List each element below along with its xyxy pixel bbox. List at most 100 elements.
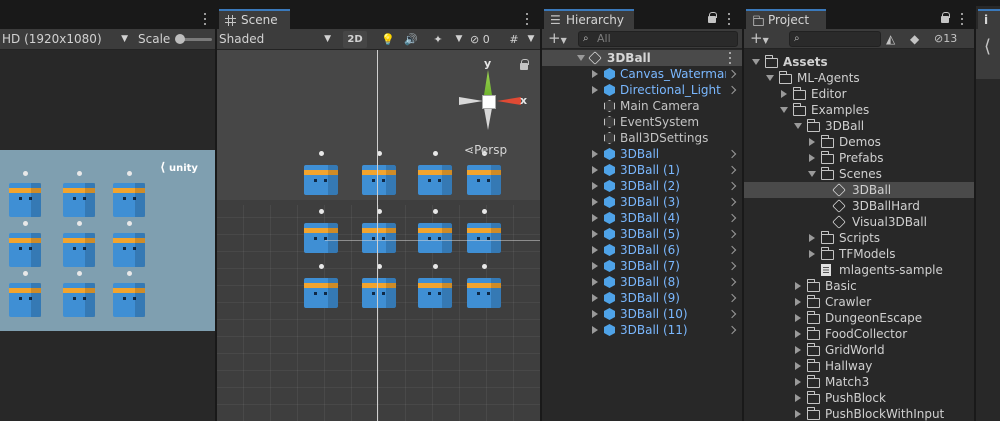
- effects-toggle-icon[interactable]: ✦: [426, 31, 450, 48]
- hierarchy-item[interactable]: 3DBall (5): [542, 226, 742, 242]
- hierarchy-item[interactable]: Canvas_Watermark: [542, 66, 742, 82]
- chevron-down-icon[interactable]: ▼: [524, 31, 538, 48]
- expand-triangle-icon[interactable]: [808, 171, 816, 177]
- hierarchy-item[interactable]: EventSystem: [542, 114, 742, 130]
- hierarchy-item[interactable]: Ball3DSettings: [542, 130, 742, 146]
- game-panel-menu-icon[interactable]: [203, 13, 207, 25]
- collapse-triangle-icon[interactable]: [795, 314, 801, 322]
- hierarchy-item[interactable]: 3DBall (2): [542, 178, 742, 194]
- project-scene[interactable]: Visual3DBall: [744, 214, 974, 230]
- expand-triangle-icon[interactable]: [592, 310, 598, 318]
- collapse-triangle-icon[interactable]: [809, 234, 815, 242]
- expand-triangle-icon[interactable]: [592, 262, 598, 270]
- search-by-label-icon[interactable]: ◆: [910, 32, 919, 46]
- collapse-triangle-icon[interactable]: [795, 362, 801, 370]
- project-folder[interactable]: Examples: [744, 102, 974, 118]
- expand-triangle-icon[interactable]: [592, 326, 598, 334]
- hierarchy-item[interactable]: 3DBall (1): [542, 162, 742, 178]
- hierarchy-item[interactable]: Directional_Light: [542, 82, 742, 98]
- chevron-down-icon[interactable]: ▼: [453, 31, 465, 48]
- hierarchy-menu-icon[interactable]: [727, 13, 731, 25]
- create-asset-button[interactable]: +▼: [750, 31, 769, 48]
- chevron-right-icon[interactable]: [727, 197, 737, 207]
- expand-triangle-icon[interactable]: [766, 75, 774, 81]
- collapse-triangle-icon[interactable]: [795, 394, 801, 402]
- project-folder[interactable]: PushBlockWithInput: [744, 406, 974, 421]
- projection-toggle[interactable]: ⋖Persp: [464, 142, 507, 158]
- project-folder[interactable]: PushBlock: [744, 390, 974, 406]
- search-by-type-icon[interactable]: ◭: [886, 32, 895, 46]
- tab-scene[interactable]: Scene: [219, 9, 290, 29]
- project-folder[interactable]: TFModels: [744, 246, 974, 262]
- expand-triangle-icon[interactable]: [592, 70, 598, 78]
- tab-hierarchy[interactable]: ☰ Hierarchy: [544, 9, 634, 29]
- hierarchy-search-input[interactable]: ⌕ All: [578, 31, 738, 47]
- chevron-right-icon[interactable]: [727, 245, 737, 255]
- chevron-right-icon[interactable]: [727, 309, 737, 319]
- project-folder[interactable]: Prefabs: [744, 150, 974, 166]
- chevron-right-icon[interactable]: [727, 85, 737, 95]
- grid-snap-icon[interactable]: #: [504, 31, 524, 48]
- scene-panel-menu-icon[interactable]: [525, 13, 529, 25]
- lock-icon[interactable]: [708, 12, 717, 23]
- hierarchy-item[interactable]: 3DBall (8): [542, 274, 742, 290]
- chevron-right-icon[interactable]: [727, 277, 737, 287]
- project-folder[interactable]: Basic: [744, 278, 974, 294]
- audio-toggle-icon[interactable]: 🔊: [401, 31, 421, 48]
- chevron-right-icon[interactable]: [727, 325, 737, 335]
- project-folder[interactable]: Editor: [744, 86, 974, 102]
- expand-triangle-icon[interactable]: [592, 182, 598, 190]
- project-folder[interactable]: DungeonEscape: [744, 310, 974, 326]
- resolution-dropdown[interactable]: HD (1920x1080) ▼: [0, 31, 132, 48]
- hierarchy-item[interactable]: 3DBall (11): [542, 322, 742, 338]
- chevron-right-icon[interactable]: [727, 165, 737, 175]
- expand-triangle-icon[interactable]: [592, 230, 598, 238]
- hierarchy-item[interactable]: 3DBall (10): [542, 306, 742, 322]
- hierarchy-item[interactable]: 3DBall (7): [542, 258, 742, 274]
- chevron-right-icon[interactable]: [727, 213, 737, 223]
- project-menu-icon[interactable]: [960, 13, 964, 25]
- add-object-button[interactable]: +▼: [548, 31, 567, 48]
- lighting-toggle-icon[interactable]: 💡: [378, 31, 398, 48]
- project-folder[interactable]: Assets: [744, 54, 974, 70]
- chevron-right-icon[interactable]: [727, 293, 737, 303]
- project-search-input[interactable]: ⌕: [789, 31, 881, 47]
- project-folder[interactable]: 3DBall: [744, 118, 974, 134]
- collapse-triangle-icon[interactable]: [795, 378, 801, 386]
- hierarchy-scene-root[interactable]: 3DBall: [542, 50, 742, 66]
- expand-triangle-icon[interactable]: [780, 107, 788, 113]
- project-file[interactable]: mlagents-sample: [744, 262, 974, 278]
- collapse-triangle-icon[interactable]: [809, 138, 815, 146]
- project-scene[interactable]: 3DBall: [744, 182, 974, 198]
- expand-triangle-icon[interactable]: [592, 198, 598, 206]
- hierarchy-item[interactable]: Main Camera: [542, 98, 742, 114]
- chevron-right-icon[interactable]: [727, 69, 737, 79]
- collapse-triangle-icon[interactable]: [795, 330, 801, 338]
- project-folder[interactable]: Scripts: [744, 230, 974, 246]
- project-folder[interactable]: Demos: [744, 134, 974, 150]
- collapse-triangle-icon[interactable]: [809, 250, 815, 258]
- chevron-right-icon[interactable]: [727, 229, 737, 239]
- hierarchy-item[interactable]: 3DBall (9): [542, 290, 742, 306]
- expand-triangle-icon[interactable]: [592, 294, 598, 302]
- expand-triangle-icon[interactable]: [577, 55, 585, 61]
- hidden-objects-toggle[interactable]: ⊘ 0: [470, 31, 502, 48]
- gizmo-lock-icon[interactable]: [520, 59, 529, 70]
- collapse-triangle-icon[interactable]: [795, 298, 801, 306]
- expand-triangle-icon[interactable]: [592, 166, 598, 174]
- hierarchy-item[interactable]: 3DBall (4): [542, 210, 742, 226]
- project-folder[interactable]: Scenes: [744, 166, 974, 182]
- chevron-right-icon[interactable]: [727, 149, 737, 159]
- project-folder[interactable]: ML-Agents: [744, 70, 974, 86]
- expand-triangle-icon[interactable]: [592, 246, 598, 254]
- toggle-2d-button[interactable]: 2D: [343, 31, 367, 48]
- hidden-packages-toggle[interactable]: ⊘13: [934, 32, 957, 46]
- gizmo-center-cube[interactable]: [482, 95, 496, 109]
- tab-project[interactable]: Project: [746, 9, 826, 29]
- tab-inspector[interactable]: i: [978, 9, 1000, 29]
- chevron-right-icon[interactable]: [727, 261, 737, 271]
- hierarchy-item[interactable]: 3DBall (6): [542, 242, 742, 258]
- scale-slider-handle[interactable]: [175, 34, 185, 44]
- expand-triangle-icon[interactable]: [794, 123, 802, 129]
- scene-menu-icon[interactable]: [728, 52, 732, 64]
